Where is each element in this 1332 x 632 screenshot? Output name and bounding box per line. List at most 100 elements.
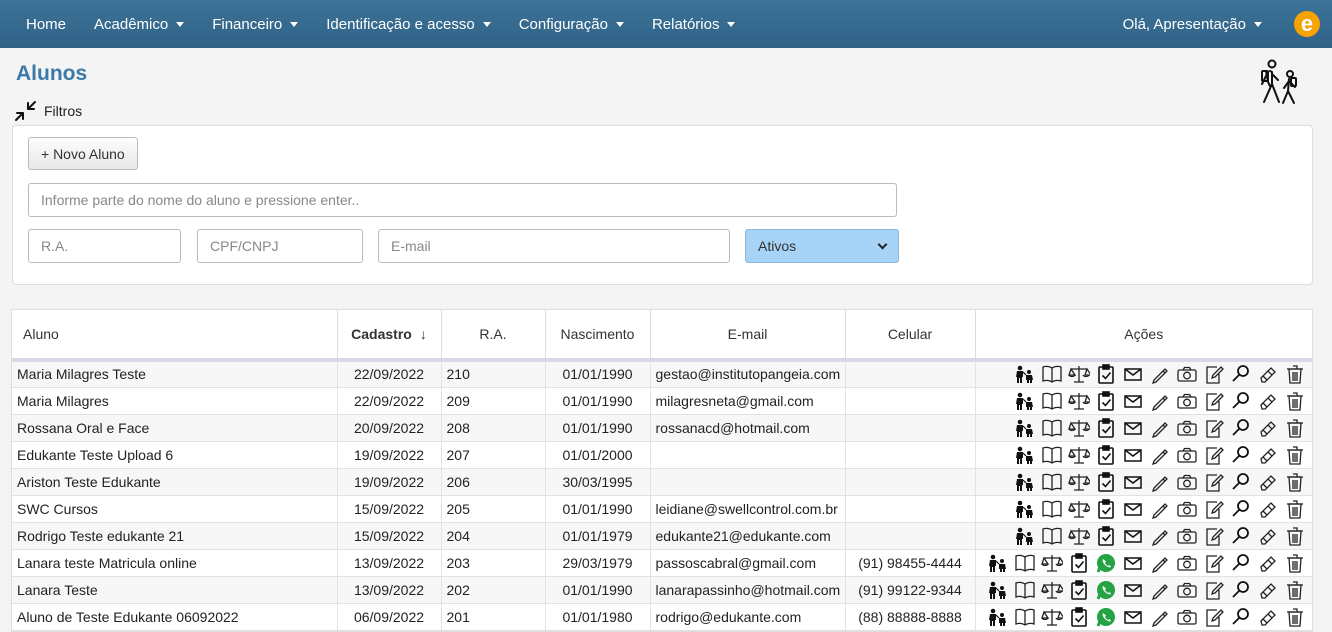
trash-icon[interactable] [1284, 417, 1306, 439]
eraser-icon[interactable] [1257, 498, 1279, 520]
table-row[interactable]: Lanara Teste 13/09/2022 202 01/01/1990 lanar… [12, 576, 1312, 604]
eraser-icon[interactable] [1257, 444, 1279, 466]
trash-icon[interactable] [1284, 363, 1306, 385]
magnifier-icon[interactable] [1230, 552, 1252, 574]
table-row[interactable]: Maria Milagres Teste 22/09/2022 210 01/01/1… [12, 360, 1312, 388]
magnifier-icon[interactable] [1230, 417, 1252, 439]
camera-icon[interactable] [1176, 390, 1198, 412]
clipboard-check-icon[interactable] [1095, 390, 1117, 412]
guardian-icon[interactable] [1014, 417, 1036, 439]
table-row[interactable]: Rossana Oral e Face 20/09/2022 208 01/01/19… [12, 414, 1312, 442]
camera-icon[interactable] [1176, 444, 1198, 466]
edit-note-icon[interactable] [1203, 606, 1225, 628]
column-header-nascimento[interactable]: Nascimento [545, 310, 651, 362]
clipboard-check-icon[interactable] [1068, 579, 1090, 601]
scales-icon[interactable] [1041, 579, 1066, 601]
pencil-icon[interactable] [1149, 606, 1171, 628]
table-row[interactable]: SWC Cursos 15/09/2022 205 01/01/1990 leidian… [12, 495, 1312, 523]
edit-note-icon[interactable] [1203, 579, 1225, 601]
clipboard-check-icon[interactable] [1095, 498, 1117, 520]
new-student-button[interactable]: + Novo Aluno [28, 137, 138, 170]
column-header-cadastro[interactable]: Cadastro ↓ [337, 310, 442, 362]
pencil-icon[interactable] [1149, 552, 1171, 574]
ra-input[interactable] [28, 229, 181, 263]
scales-icon[interactable] [1041, 606, 1066, 628]
magnifier-icon[interactable] [1230, 390, 1252, 412]
clipboard-check-icon[interactable] [1095, 444, 1117, 466]
clipboard-check-icon[interactable] [1068, 552, 1090, 574]
scales-icon[interactable] [1068, 444, 1093, 466]
trash-icon[interactable] [1284, 390, 1306, 412]
scales-icon[interactable] [1068, 390, 1093, 412]
book-icon[interactable] [1014, 579, 1036, 601]
eraser-icon[interactable] [1257, 525, 1279, 547]
filters-toggle[interactable]: Filtros [14, 100, 82, 122]
nav-item-2[interactable]: Financeiro [198, 0, 312, 48]
edit-note-icon[interactable] [1203, 498, 1225, 520]
magnifier-icon[interactable] [1230, 471, 1252, 493]
nav-item-3[interactable]: Identificação e acesso [312, 0, 504, 48]
book-icon[interactable] [1041, 417, 1063, 439]
clipboard-check-icon[interactable] [1095, 525, 1117, 547]
camera-icon[interactable] [1176, 417, 1198, 439]
clipboard-check-icon[interactable] [1095, 363, 1117, 385]
pencil-icon[interactable] [1149, 417, 1171, 439]
table-row[interactable]: Edukante Teste Upload 6 19/09/2022 207 01/0… [12, 441, 1312, 469]
book-icon[interactable] [1041, 471, 1063, 493]
eraser-icon[interactable] [1257, 363, 1279, 385]
trash-icon[interactable] [1284, 444, 1306, 466]
guardian-icon[interactable] [1014, 363, 1036, 385]
table-row[interactable]: Ariston Teste Edukante 19/09/2022 206 30/03… [12, 468, 1312, 496]
magnifier-icon[interactable] [1230, 444, 1252, 466]
scales-icon[interactable] [1068, 417, 1093, 439]
whatsapp-icon[interactable] [1095, 552, 1117, 574]
table-row[interactable]: Lanara teste Matricula online 13/09/2022 2… [12, 549, 1312, 577]
book-icon[interactable] [1041, 444, 1063, 466]
whatsapp-icon[interactable] [1095, 579, 1117, 601]
guardian-icon[interactable] [987, 579, 1009, 601]
envelope-icon[interactable] [1122, 525, 1144, 547]
edit-note-icon[interactable] [1203, 525, 1225, 547]
book-icon[interactable] [1041, 390, 1063, 412]
envelope-icon[interactable] [1122, 390, 1144, 412]
eraser-icon[interactable] [1257, 390, 1279, 412]
edit-note-icon[interactable] [1203, 471, 1225, 493]
book-icon[interactable] [1014, 606, 1036, 628]
column-header-aluno[interactable]: Aluno [12, 310, 338, 362]
envelope-icon[interactable] [1122, 498, 1144, 520]
envelope-icon[interactable] [1122, 471, 1144, 493]
table-row[interactable]: Aluno de Teste Edukante 06092022 06/09/20… [12, 603, 1312, 631]
eraser-icon[interactable] [1257, 606, 1279, 628]
guardian-icon[interactable] [1014, 471, 1036, 493]
guardian-icon[interactable] [987, 552, 1009, 574]
nav-item-0[interactable]: Home [12, 0, 80, 48]
email-input[interactable] [378, 229, 730, 263]
cpf-cnpj-input[interactable] [197, 229, 363, 263]
eraser-icon[interactable] [1257, 471, 1279, 493]
camera-icon[interactable] [1176, 606, 1198, 628]
edit-note-icon[interactable] [1203, 444, 1225, 466]
edukante-logo[interactable]: e [1294, 11, 1320, 37]
pencil-icon[interactable] [1149, 525, 1171, 547]
camera-icon[interactable] [1176, 471, 1198, 493]
clipboard-check-icon[interactable] [1068, 606, 1090, 628]
book-icon[interactable] [1041, 363, 1063, 385]
scales-icon[interactable] [1068, 498, 1093, 520]
scales-icon[interactable] [1068, 525, 1093, 547]
trash-icon[interactable] [1284, 606, 1306, 628]
column-header-email[interactable]: E-mail [650, 310, 846, 362]
status-select[interactable]: Ativos [745, 229, 899, 263]
scales-icon[interactable] [1068, 471, 1093, 493]
pencil-icon[interactable] [1149, 390, 1171, 412]
camera-icon[interactable] [1176, 498, 1198, 520]
trash-icon[interactable] [1284, 471, 1306, 493]
envelope-icon[interactable] [1122, 417, 1144, 439]
camera-icon[interactable] [1176, 579, 1198, 601]
magnifier-icon[interactable] [1230, 606, 1252, 628]
trash-icon[interactable] [1284, 552, 1306, 574]
column-header-celular[interactable]: Celular [845, 310, 976, 362]
camera-icon[interactable] [1176, 552, 1198, 574]
pencil-icon[interactable] [1149, 579, 1171, 601]
envelope-icon[interactable] [1122, 579, 1144, 601]
user-menu[interactable]: Olá, Apresentação [1109, 0, 1276, 48]
